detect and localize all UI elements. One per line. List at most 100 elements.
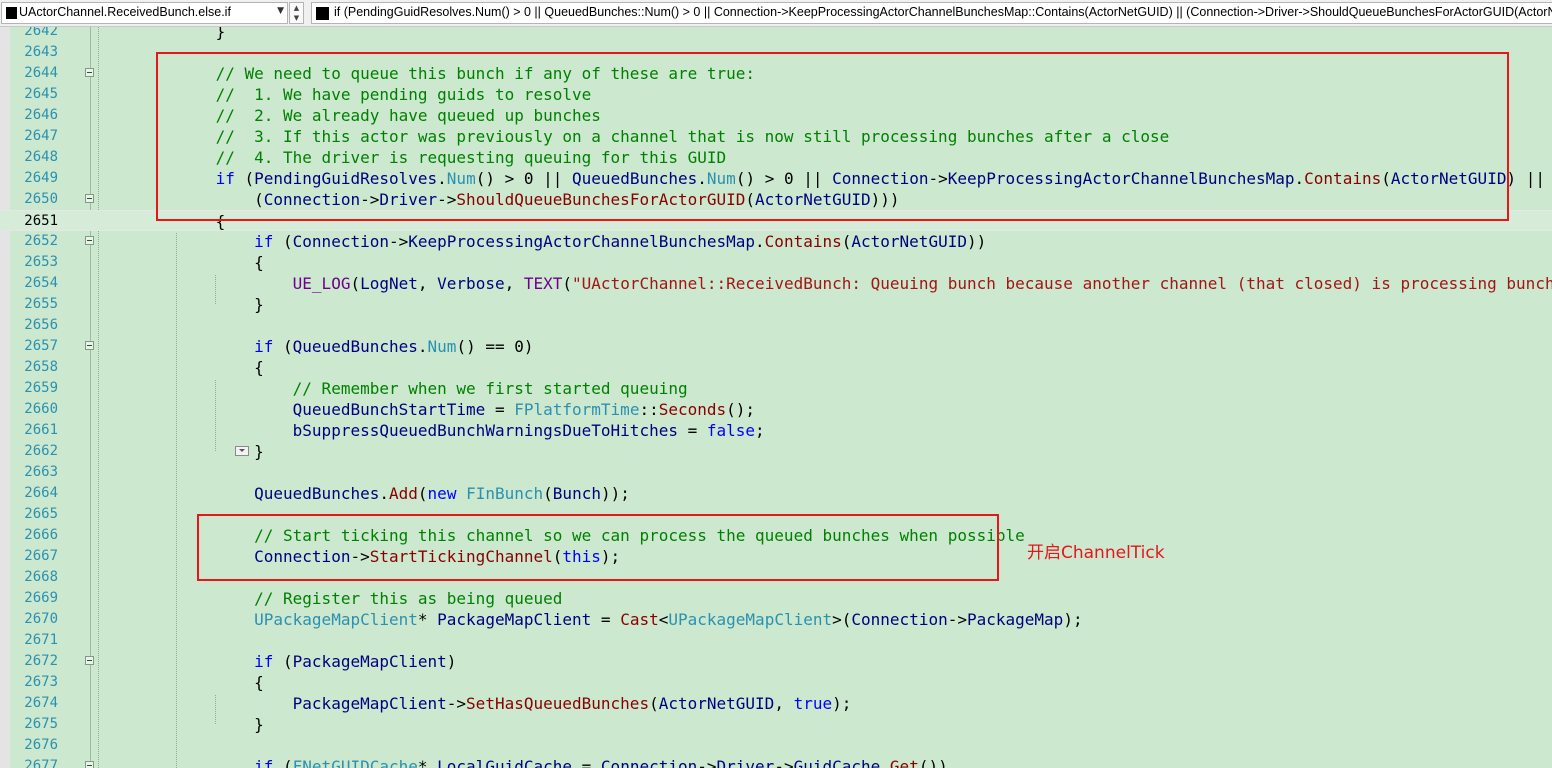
code-line[interactable]: 2662 } [0,441,1552,462]
line-number: 2653 [24,254,58,270]
code-text[interactable]: if (FNetGUIDCache* LocalGuidCache = Conn… [100,756,948,768]
code-line[interactable]: 2674 PackageMapClient->SetHasQueuedBunch… [0,693,1552,714]
code-token: ActorNetGUID [851,232,967,251]
code-token: new [427,484,457,503]
code-token: QueuedBunchStartTime [292,400,486,419]
collapse-icon[interactable] [85,656,94,665]
code-token: "UActorChannel::ReceivedBunch: Queuing b… [572,274,1552,293]
code-line[interactable]: 2664 QueuedBunches.Add(new FInBunch(Bunc… [0,483,1552,504]
line-number: 2650 [24,191,58,207]
code-text[interactable]: } [100,714,264,735]
code-token: UE_LOG [292,274,351,293]
code-token: (); [726,400,756,419]
code-text[interactable]: UPackageMapClient* PackageMapClient = Ca… [100,609,1082,630]
line-number: 2674 [24,695,58,711]
code-line[interactable]: 2671 [0,630,1552,651]
code-line[interactable]: 2653 { [0,252,1552,273]
code-line[interactable]: 2659 // Remember when we first started q… [0,378,1552,399]
code-line[interactable]: 2677 if (FNetGUIDCache* LocalGuidCache =… [0,756,1552,768]
member-dropdown-label: if (PendingGuidResolves.Num() > 0 || Que… [334,5,1552,19]
code-line[interactable]: 2672 if (PackageMapClient) [0,651,1552,672]
chevron-up-icon[interactable]: ▲ [290,3,303,13]
code-token: ( [841,232,852,251]
code-token: PackageMap [966,610,1064,629]
line-number: 2669 [24,590,58,606]
code-text[interactable]: UE_LOG(LogNet, Verbose, TEXT("UActorChan… [100,273,1552,294]
code-line[interactable]: 2652 if (Connection->KeepProcessingActor… [0,231,1552,252]
code-text[interactable]: if (Connection->KeepProcessingActorChann… [100,231,986,252]
code-line[interactable]: 2669 // Register this as being queued [0,588,1552,609]
code-token: } [100,715,264,734]
code-token: { [100,253,264,272]
code-text[interactable]: bSuppressQueuedBunchWarningsDueToHitches… [100,420,765,441]
collapse-icon[interactable] [85,761,94,768]
code-text[interactable]: { [100,357,264,378]
highlight-box-start-ticking [197,514,999,581]
code-token: ) || [1506,169,1545,188]
code-token: ( [543,484,553,503]
code-token: FPlatformTime [514,400,640,419]
code-token: Driver [716,757,775,768]
code-line[interactable]: 2660 QueuedBunchStartTime = FPlatformTim… [0,399,1552,420]
code-text[interactable]: QueuedBunches.Add(new FInBunch(Bunch)); [100,483,630,504]
code-text[interactable]: PackageMapClient->SetHasQueuedBunches(Ac… [100,693,852,714]
line-number: 2660 [24,401,58,417]
code-token: KeepProcessingActorChannelBunchesMap [408,232,756,251]
code-text[interactable]: { [100,672,264,693]
code-line[interactable]: 2658 { [0,357,1552,378]
code-token: * [417,610,438,629]
code-token: ( [273,757,293,768]
line-number: 2642 [24,27,58,39]
code-line[interactable]: 2670 UPackageMapClient* PackageMapClient… [0,609,1552,630]
scope-spinner[interactable]: ▲ ▼ [289,2,304,24]
code-line[interactable]: 2642 } [0,27,1552,42]
line-number: 2661 [24,422,58,438]
code-token: Connection [600,757,698,768]
code-line[interactable]: 2655 } [0,294,1552,315]
code-text[interactable]: if (QueuedBunches.Num() == 0) [100,336,533,357]
code-line[interactable]: 2654 UE_LOG(LogNet, Verbose, TEXT("UActo… [0,273,1552,294]
code-token: -> [446,694,467,713]
code-token: . [755,232,765,251]
scope-dropdown[interactable]: UActorChannel.ReceivedBunch.else.if ▼ [1,2,288,24]
line-number: 2659 [24,380,58,396]
code-line[interactable]: 2661 bSuppressQueuedBunchWarningsDueToHi… [0,420,1552,441]
code-text[interactable]: { [100,252,264,273]
line-number: 2677 [24,758,58,768]
code-line[interactable]: 2657 if (QueuedBunches.Num() == 0) [0,336,1552,357]
code-token: ActorNetGUID [658,694,775,713]
code-line[interactable]: 2675 } [0,714,1552,735]
code-token: true [793,694,833,713]
code-text[interactable]: } [100,27,226,42]
code-token: GuidCache [793,757,881,768]
code-text[interactable]: // Remember when we first started queuin… [100,378,688,399]
code-text[interactable]: // Register this as being queued [100,588,562,609]
collapse-icon[interactable] [85,194,94,203]
code-token: PackageMapClient [437,610,592,629]
code-line[interactable]: 2663 [0,462,1552,483]
member-dropdown[interactable]: if (PendingGuidResolves.Num() > 0 || Que… [311,2,1552,24]
collapse-icon[interactable] [85,68,94,77]
code-line[interactable]: 2656 [0,315,1552,336]
chevron-down-icon[interactable]: ▼ [277,6,284,16]
code-token: { [100,673,264,692]
code-text[interactable]: } [100,294,264,315]
code-line[interactable]: 2676 [0,735,1552,756]
collapse-icon[interactable] [85,341,94,350]
code-text[interactable]: QueuedBunchStartTime = FPlatformTime::Se… [100,399,755,420]
code-text[interactable]: if (PackageMapClient) [100,651,456,672]
line-number: 2655 [24,296,58,312]
code-token: PackageMapClient [292,694,447,713]
code-token: UPackageMapClient [254,610,418,629]
line-number: 2673 [24,674,58,690]
code-line[interactable]: 2673 { [0,672,1552,693]
quick-action-icon[interactable] [235,446,249,456]
chevron-down-icon[interactable]: ▼ [290,13,303,23]
line-number: 2643 [24,44,58,60]
code-token: Bunch [552,484,601,503]
collapse-icon[interactable] [85,236,94,245]
statement-icon [316,7,329,20]
code-token: FNetGUIDCache [292,757,418,768]
line-number: 2664 [24,485,58,501]
